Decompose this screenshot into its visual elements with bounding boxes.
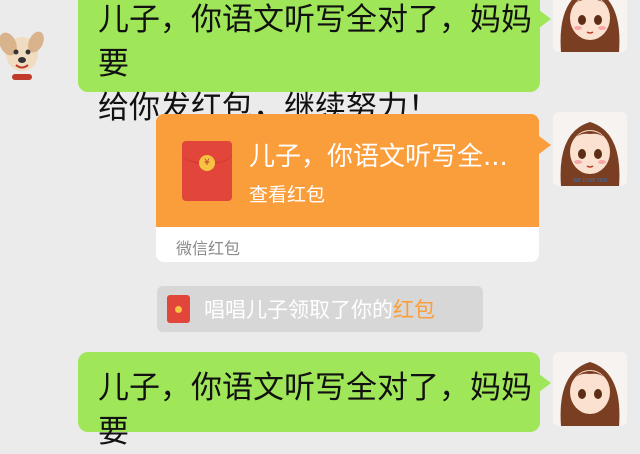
avatar-caption: WE LOVE YOU xyxy=(573,178,608,184)
text-message-bubble[interactable]: 儿子，你语文听写全对了，妈妈要 xyxy=(78,352,551,450)
message-line: 儿子，你语文听写全对了，妈妈要 xyxy=(98,370,532,450)
bubble-tail xyxy=(539,136,551,154)
system-notice-text: 唱唱儿子领取了你的 xyxy=(204,298,393,322)
red-packet-icon: ¥ xyxy=(182,141,232,201)
red-packet-footer: 微信红包 xyxy=(176,239,241,258)
girl-avatar-icon[interactable]: WE LOVE YOU xyxy=(553,112,627,186)
system-notice: 唱唱儿子领取了你的红包 xyxy=(157,286,483,332)
girl-avatar-icon[interactable] xyxy=(553,352,627,426)
girl-avatar-icon[interactable] xyxy=(553,0,627,52)
red-packet-title: 儿子，你语文听写全... xyxy=(249,142,508,172)
red-packet-header: ¥ 儿子，你语文听写全... 查看红包 xyxy=(156,114,539,227)
red-packet-card[interactable]: ¥ 儿子，你语文听写全... 查看红包 微信红包 xyxy=(156,114,539,262)
red-packet-icon xyxy=(167,295,190,323)
message-line: 儿子，你语文听写全对了，妈妈要 xyxy=(98,2,532,82)
red-packet-link[interactable]: 红包 xyxy=(393,298,435,322)
dog-avatar-icon[interactable] xyxy=(0,18,44,88)
text-message-bubble[interactable]: 儿子，你语文听写全对了，妈妈要 给你发红包，继续努力！ xyxy=(78,0,551,126)
red-packet-action: 查看红包 xyxy=(249,184,326,206)
